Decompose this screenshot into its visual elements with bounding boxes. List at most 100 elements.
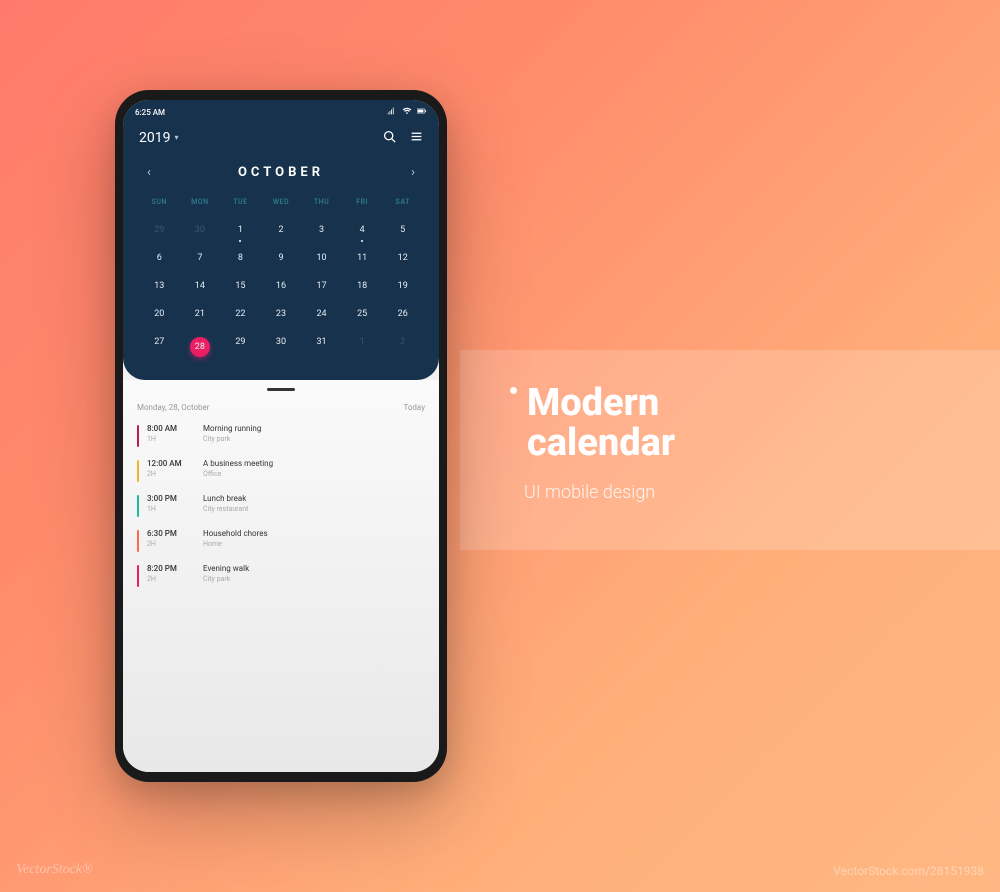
- event-location: City park: [203, 575, 249, 583]
- calendar-day[interactable]: 21: [180, 300, 221, 328]
- chevron-down-icon: ▾: [174, 133, 178, 142]
- month-label: OCTOBER: [238, 165, 324, 180]
- event-dot-icon: [361, 240, 363, 242]
- calendar-day[interactable]: 9: [261, 244, 302, 272]
- phone-frame: 6:25 AM 2019 ▾: [115, 90, 447, 782]
- calendar-day[interactable]: 30: [261, 328, 302, 366]
- battery-icon: [417, 106, 427, 118]
- promo-card: Modern calendar UI mobile design: [460, 350, 1000, 550]
- calendar-day[interactable]: 11: [342, 244, 383, 272]
- calendar-panel: 2019 ▾ ‹ OCTOBER › SUNMONTUEWEDTHUFRISAT: [123, 120, 439, 380]
- weekday-label: FRI: [342, 198, 383, 216]
- watermark-id: VectorStock.com/28151938: [833, 864, 984, 878]
- calendar-day[interactable]: 29: [220, 328, 261, 366]
- calendar-day[interactable]: 6: [139, 244, 180, 272]
- month-nav: ‹ OCTOBER ›: [139, 165, 423, 180]
- event-color-bar: [137, 530, 139, 552]
- prev-month-button[interactable]: ‹: [147, 165, 151, 180]
- weekday-label: TUE: [220, 198, 261, 216]
- event-title: Household chores: [203, 529, 268, 538]
- status-time: 6:25 AM: [135, 108, 165, 117]
- event-duration: 2H: [147, 575, 203, 583]
- calendar-day[interactable]: 31: [301, 328, 342, 366]
- calendar-day[interactable]: 1: [342, 328, 383, 366]
- event-duration: 2H: [147, 540, 203, 548]
- calendar-day[interactable]: 15: [220, 272, 261, 300]
- calendar-day[interactable]: 27: [139, 328, 180, 366]
- calendar-day[interactable]: 17: [301, 272, 342, 300]
- weekday-label: SAT: [382, 198, 423, 216]
- event-time: 12:00 AM: [147, 459, 203, 468]
- promo-subtitle: UI mobile design: [524, 482, 950, 503]
- calendar-day[interactable]: 25: [342, 300, 383, 328]
- event-color-bar: [137, 495, 139, 517]
- event-duration: 1H: [147, 505, 203, 513]
- event-dot-icon: [239, 240, 241, 242]
- menu-icon[interactable]: [410, 128, 423, 147]
- calendar-day[interactable]: 10: [301, 244, 342, 272]
- calendar-day[interactable]: 24: [301, 300, 342, 328]
- event-time: 8:20 PM: [147, 564, 203, 573]
- event-title: Evening walk: [203, 564, 249, 573]
- phone-screen: 6:25 AM 2019 ▾: [123, 100, 439, 772]
- event-location: City restaurant: [203, 505, 248, 513]
- calendar-day[interactable]: 19: [382, 272, 423, 300]
- weekday-label: THU: [301, 198, 342, 216]
- agenda-date: Monday, 28, October: [137, 403, 209, 412]
- calendar-day[interactable]: 1: [220, 216, 261, 244]
- calendar-day[interactable]: 2: [382, 328, 423, 366]
- event-title: Lunch break: [203, 494, 248, 503]
- weekday-label: WED: [261, 198, 302, 216]
- calendar-day[interactable]: 4: [342, 216, 383, 244]
- event-item[interactable]: 8:00 AM1HMorning runningCity park: [137, 424, 425, 447]
- calendar-grid: 2930123456789101112131415161718192021222…: [139, 216, 423, 366]
- calendar-day[interactable]: 5: [382, 216, 423, 244]
- calendar-day[interactable]: 26: [382, 300, 423, 328]
- event-color-bar: [137, 565, 139, 587]
- calendar-day[interactable]: 28: [180, 328, 221, 366]
- agenda-sheet[interactable]: Monday, 28, October Today 8:00 AM1HMorni…: [123, 380, 439, 772]
- calendar-day[interactable]: 22: [220, 300, 261, 328]
- event-color-bar: [137, 425, 139, 447]
- event-color-bar: [137, 460, 139, 482]
- calendar-day[interactable]: 23: [261, 300, 302, 328]
- event-location: Office: [203, 470, 273, 478]
- event-location: Home: [203, 540, 268, 548]
- event-time: 6:30 PM: [147, 529, 203, 538]
- event-time: 8:00 AM: [147, 424, 203, 433]
- drag-handle[interactable]: [267, 388, 295, 391]
- weekday-row: SUNMONTUEWEDTHUFRISAT: [139, 198, 423, 216]
- weekday-label: MON: [180, 198, 221, 216]
- event-list: 8:00 AM1HMorning runningCity park12:00 A…: [137, 424, 425, 587]
- agenda-header: Monday, 28, October Today: [137, 403, 425, 412]
- calendar-day[interactable]: 29: [139, 216, 180, 244]
- status-bar: 6:25 AM: [123, 100, 439, 120]
- calendar-day[interactable]: 12: [382, 244, 423, 272]
- calendar-day[interactable]: 20: [139, 300, 180, 328]
- calendar-day[interactable]: 14: [180, 272, 221, 300]
- signal-icon: [387, 106, 397, 118]
- calendar-day[interactable]: 2: [261, 216, 302, 244]
- wifi-icon: [402, 106, 412, 118]
- calendar-day[interactable]: 30: [180, 216, 221, 244]
- bullet-icon: [510, 387, 517, 394]
- calendar-day[interactable]: 18: [342, 272, 383, 300]
- calendar-day[interactable]: 13: [139, 272, 180, 300]
- event-duration: 1H: [147, 435, 203, 443]
- calendar-day[interactable]: 8: [220, 244, 261, 272]
- calendar-day[interactable]: 16: [261, 272, 302, 300]
- event-item[interactable]: 12:00 AM2HA business meetingOffice: [137, 459, 425, 482]
- event-item[interactable]: 6:30 PM 2HHousehold chores Home: [137, 529, 425, 552]
- today-button[interactable]: Today: [403, 403, 425, 412]
- app-bar: 2019 ▾: [139, 128, 423, 147]
- calendar-day[interactable]: 7: [180, 244, 221, 272]
- calendar-day[interactable]: 3: [301, 216, 342, 244]
- event-time: 3:00 PM: [147, 494, 203, 503]
- event-title: Morning running: [203, 424, 261, 433]
- event-item[interactable]: 8:20 PM 2HEvening walk City park: [137, 564, 425, 587]
- year-selector[interactable]: 2019 ▾: [139, 130, 179, 146]
- weekday-label: SUN: [139, 198, 180, 216]
- search-icon[interactable]: [383, 128, 396, 147]
- next-month-button[interactable]: ›: [411, 165, 415, 180]
- event-item[interactable]: 3:00 PM 1HLunch break City restaurant: [137, 494, 425, 517]
